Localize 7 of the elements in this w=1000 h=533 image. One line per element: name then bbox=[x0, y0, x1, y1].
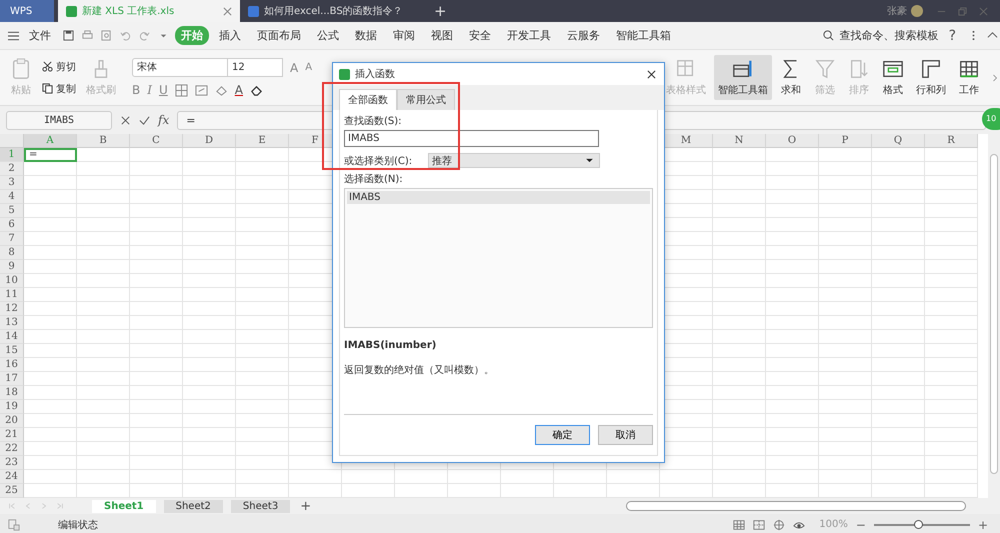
status-text: 编辑状态 bbox=[58, 518, 98, 532]
function-description: 返回复数的绝对值（又叫模数）。 bbox=[344, 364, 495, 377]
function-signature: IMABS(inumber) bbox=[344, 340, 438, 351]
dialog-title: 插入函数 bbox=[355, 68, 395, 81]
field-label: 或选择类别(C): bbox=[344, 154, 412, 168]
field-label: 选择函数(N): bbox=[344, 172, 404, 186]
field-label: 查找函数(S): bbox=[344, 114, 403, 128]
